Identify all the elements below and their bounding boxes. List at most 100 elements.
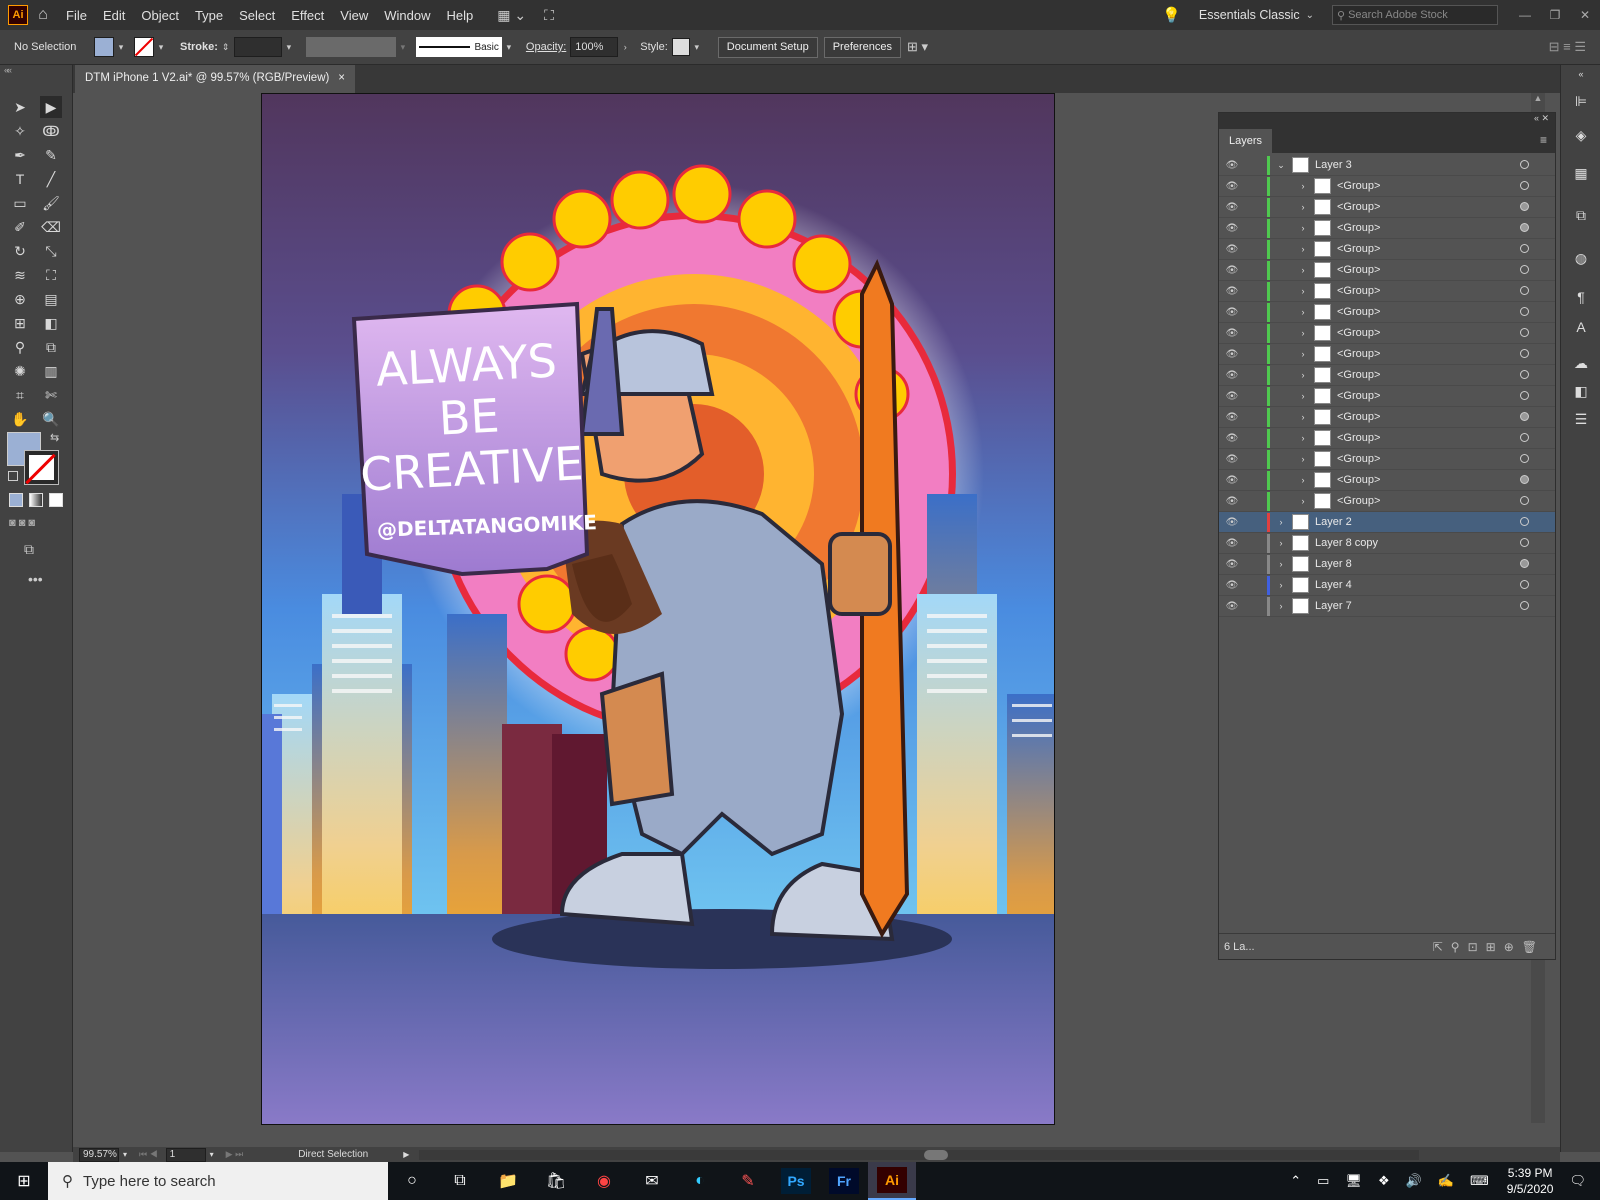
visibility-eye-icon[interactable]: 👁 [1219, 286, 1245, 297]
layer-row[interactable]: 👁 › <Group> [1219, 239, 1555, 260]
layer-row[interactable]: 👁 › <Group> [1219, 386, 1555, 407]
layer-row[interactable]: 👁 ⌄ Layer 3 [1219, 155, 1555, 176]
battery-icon[interactable]: ▭ [1317, 1173, 1329, 1189]
expand-chevron-icon[interactable]: › [1296, 454, 1310, 464]
restore-icon[interactable]: ❐ [1540, 8, 1570, 22]
pen-tool-icon[interactable]: ✒ [9, 144, 31, 166]
windows-start-icon[interactable]: ⊞ [0, 1162, 48, 1200]
layer-name[interactable]: Layer 3 [1315, 159, 1352, 171]
layer-name[interactable]: <Group> [1337, 285, 1380, 297]
chevron-down-icon[interactable]: ▾ [502, 42, 516, 53]
layer-name[interactable]: <Group> [1337, 369, 1380, 381]
cortana-icon[interactable]: ○ [388, 1162, 436, 1200]
gradient-tool-icon[interactable]: ◧ [40, 312, 62, 334]
visibility-eye-icon[interactable]: 👁 [1219, 307, 1245, 318]
target-circle-icon[interactable] [1520, 475, 1529, 484]
visibility-eye-icon[interactable]: 👁 [1219, 517, 1245, 528]
chevron-down-icon[interactable]: ▾ [690, 42, 704, 53]
expand-chevron-icon[interactable]: › [1296, 202, 1310, 212]
stroke-swatch[interactable] [134, 37, 154, 57]
screen-mode-icon[interactable]: ⧉ [24, 541, 34, 558]
target-circle-icon[interactable] [1520, 433, 1529, 442]
target-circle-icon[interactable] [1520, 181, 1529, 190]
pen-app-icon[interactable]: ✎ [724, 1162, 772, 1200]
expand-chevron-icon[interactable]: › [1296, 307, 1310, 317]
menu-object[interactable]: Object [133, 8, 187, 23]
default-colors-icon[interactable] [8, 471, 18, 481]
layer-name[interactable]: <Group> [1337, 474, 1380, 486]
layer-row[interactable]: 👁 › <Group> [1219, 365, 1555, 386]
artboard-nav-prev[interactable]: ⏮ ◀ [139, 1149, 158, 1160]
workspace-switcher[interactable]: Essentials Classic [1199, 8, 1300, 22]
layer-row[interactable]: 👁 › <Group> [1219, 470, 1555, 491]
expand-chevron-icon[interactable]: › [1296, 496, 1310, 506]
layers-tab[interactable]: Layers [1219, 129, 1273, 153]
menu-edit[interactable]: Edit [95, 8, 133, 23]
preferences-button[interactable]: Preferences [823, 36, 902, 58]
draw-modes-icon[interactable]: ◙ ◙ ◙ [9, 517, 35, 529]
layer-name[interactable]: <Group> [1337, 411, 1380, 423]
eyedropper-icon[interactable]: ⚲ [9, 336, 31, 358]
color-mode-icon[interactable] [9, 493, 23, 507]
more-tools-icon[interactable]: ••• [28, 571, 43, 587]
swap-colors-icon[interactable]: ⇆ [50, 431, 59, 444]
layer-name[interactable]: Layer 4 [1315, 579, 1352, 591]
chevron-down-icon[interactable]: ▾ [114, 42, 128, 53]
adobe-stock-search[interactable]: ⚲ Search Adobe Stock [1332, 5, 1498, 25]
expand-chevron-icon[interactable]: › [1274, 538, 1288, 548]
slice-tool-icon[interactable]: ✄ [40, 384, 62, 406]
visibility-eye-icon[interactable]: 👁 [1219, 538, 1245, 549]
none-mode-icon[interactable] [49, 493, 63, 507]
edge-icon[interactable]: ◐ [676, 1162, 724, 1200]
layer-row[interactable]: 👁 › Layer 4 [1219, 575, 1555, 596]
network-icon[interactable]: 🖥 [1345, 1173, 1362, 1189]
expand-chevron-icon[interactable]: › [1274, 517, 1288, 527]
arrange-documents-icon[interactable]: ▦ ⌄ [497, 7, 526, 24]
expand-chevron-icon[interactable]: › [1274, 601, 1288, 611]
target-circle-icon[interactable] [1520, 517, 1529, 526]
blend-tool-icon[interactable]: ⧉ [40, 336, 62, 358]
layer-name[interactable]: <Group> [1337, 180, 1380, 192]
scroll-thumb[interactable] [924, 1149, 949, 1160]
perspective-grid-icon[interactable]: ▤ [40, 288, 62, 310]
target-circle-icon[interactable] [1520, 496, 1529, 505]
pen-tray-icon[interactable]: ✍ [1438, 1173, 1454, 1189]
expand-chevron-icon[interactable]: › [1296, 328, 1310, 338]
expand-chevron-icon[interactable]: › [1296, 244, 1310, 254]
layer-name[interactable]: <Group> [1337, 264, 1380, 276]
mesh-tool-icon[interactable]: ⊞ [9, 312, 31, 334]
visibility-eye-icon[interactable]: 👁 [1219, 223, 1245, 234]
visibility-eye-icon[interactable]: 👁 [1219, 328, 1245, 339]
gradient-panel-icon[interactable]: ◧ [1571, 383, 1591, 403]
layer-name[interactable]: <Group> [1337, 306, 1380, 318]
file-explorer-icon[interactable]: 📁 [484, 1162, 532, 1200]
target-circle-icon[interactable] [1520, 370, 1529, 379]
layer-name[interactable]: <Group> [1337, 495, 1380, 507]
opacity-label[interactable]: Opacity: [526, 41, 566, 53]
collapse-icon[interactable]: « [1571, 69, 1591, 89]
menu-effect[interactable]: Effect [283, 8, 332, 23]
rectangle-tool-icon[interactable]: ▭ [9, 192, 31, 214]
document-setup-button[interactable]: Document Setup [717, 36, 818, 58]
visibility-eye-icon[interactable]: 👁 [1219, 391, 1245, 402]
expand-chevron-icon[interactable]: › [1274, 580, 1288, 590]
eraser-icon[interactable]: ⌫ [40, 216, 62, 238]
rotate-tool-icon[interactable]: ↻ [9, 240, 31, 262]
lasso-icon[interactable]: ↂ [40, 120, 62, 142]
layer-name[interactable]: <Group> [1337, 348, 1380, 360]
artboard[interactable]: ALWAYS BE CREATIVE @DELTATANGOMIKE [261, 93, 1055, 1125]
document-tab[interactable]: DTM iPhone 1 V2.ai* @ 99.57% (RGB/Previe… [75, 65, 355, 93]
opacity-field[interactable]: 100% [570, 37, 619, 57]
artboard-nav-next[interactable]: ▶ ⏭ [226, 1149, 244, 1160]
layer-row[interactable]: 👁 › Layer 2 [1219, 512, 1555, 533]
target-circle-icon[interactable] [1520, 286, 1529, 295]
visibility-eye-icon[interactable]: 👁 [1219, 475, 1245, 486]
layer-row[interactable]: 👁 › <Group> [1219, 344, 1555, 365]
illustrator-app[interactable]: Ai [868, 1162, 916, 1200]
layer-name[interactable]: Layer 2 [1315, 516, 1352, 528]
taskbar-search[interactable]: ⚲ Type here to search [48, 1162, 388, 1200]
expand-chevron-icon[interactable]: › [1274, 559, 1288, 569]
target-circle-icon[interactable] [1520, 265, 1529, 274]
target-circle-icon[interactable] [1520, 349, 1529, 358]
dropbox-icon[interactable]: ❖ [1378, 1173, 1390, 1189]
